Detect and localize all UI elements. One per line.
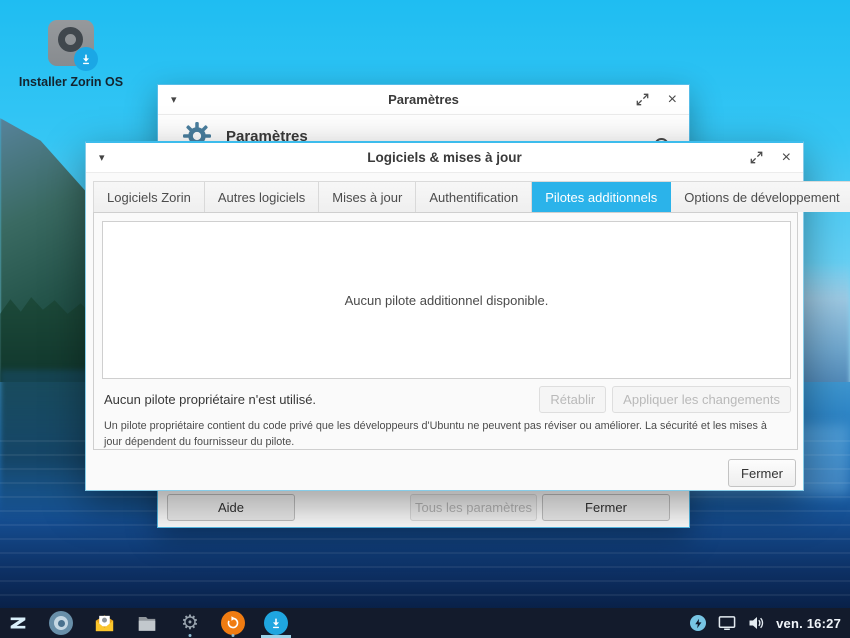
- installer-desktop-icon[interactable]: Installer Zorin OS: [6, 20, 136, 89]
- drive-icon: [48, 20, 94, 66]
- taskbar-item-chromium[interactable]: [49, 608, 73, 638]
- taskbar-item-software-updater[interactable]: [221, 608, 245, 638]
- close-icon[interactable]: ×: [668, 92, 677, 108]
- zorin-menu-button[interactable]: [6, 608, 30, 638]
- desktop-icon-label: Installer Zorin OS: [6, 75, 136, 89]
- desktop: Installer Zorin OS ▾ Paramètres ×: [0, 0, 850, 638]
- display-tray-icon[interactable]: [718, 615, 736, 631]
- empty-drivers-message: Aucun pilote additionnel disponible.: [345, 293, 549, 308]
- taskbar-item-zorin-installer[interactable]: [264, 608, 288, 638]
- driver-list: Aucun pilote additionnel disponible.: [102, 221, 791, 379]
- drivers-tab-panel: Aucun pilote additionnel disponible. Auc…: [93, 212, 798, 450]
- running-indicator: [232, 634, 235, 637]
- taskbar: ⚙: [0, 608, 850, 638]
- tab-mises-a-jour[interactable]: Mises à jour: [319, 182, 416, 212]
- taskbar-item-files[interactable]: [135, 608, 159, 638]
- volume-tray-icon[interactable]: [748, 615, 764, 631]
- tab-options-developpement[interactable]: Options de développement: [671, 182, 850, 212]
- zorin-menu-icon: [7, 612, 29, 634]
- software-updates-dialog: ▾ Logiciels & mises à jour × Logiciels Z…: [85, 141, 804, 491]
- power-tray-icon[interactable]: [690, 615, 706, 631]
- taskbar-item-settings[interactable]: ⚙: [178, 608, 202, 638]
- updater-icon: [221, 611, 245, 635]
- driver-status-text: Aucun pilote propriétaire n'est utilisé.: [104, 392, 316, 407]
- help-button[interactable]: Aide: [167, 494, 295, 521]
- installer-icon: [264, 611, 288, 635]
- mail-icon: [93, 612, 116, 635]
- tab-logiciels-zorin[interactable]: Logiciels Zorin: [94, 182, 205, 212]
- maximize-icon[interactable]: [636, 93, 649, 106]
- folder-icon: [136, 612, 158, 634]
- dialog-titlebar[interactable]: ▾ Logiciels & mises à jour ×: [86, 143, 803, 173]
- settings-titlebar[interactable]: ▾ Paramètres ×: [158, 85, 689, 115]
- download-badge-icon: [74, 47, 98, 71]
- gear-icon: ⚙: [181, 613, 199, 633]
- chromium-icon: [49, 611, 73, 635]
- maximize-icon[interactable]: [750, 151, 763, 164]
- dialog-title: Logiciels & mises à jour: [86, 150, 803, 165]
- settings-window-title: Paramètres: [158, 92, 689, 107]
- all-settings-button[interactable]: Tous les paramètres: [410, 494, 537, 521]
- tab-pilotes-additionnels[interactable]: Pilotes additionnels: [532, 182, 671, 212]
- driver-status-row: Aucun pilote propriétaire n'est utilisé.…: [104, 385, 791, 413]
- dialog-close-button[interactable]: Fermer: [728, 459, 796, 487]
- tab-autres-logiciels[interactable]: Autres logiciels: [205, 182, 319, 212]
- clock[interactable]: ven. 16:27: [776, 616, 841, 631]
- close-icon[interactable]: ×: [782, 150, 791, 166]
- settings-close-button[interactable]: Fermer: [542, 494, 670, 521]
- running-indicator: [189, 634, 192, 637]
- taskbar-item-mail[interactable]: [92, 608, 116, 638]
- apply-changes-button[interactable]: Appliquer les changements: [612, 386, 791, 413]
- download-arrow-icon: [79, 52, 93, 66]
- proprietary-driver-note: Un pilote propriétaire contient du code …: [104, 419, 776, 450]
- revert-button[interactable]: Rétablir: [539, 386, 606, 413]
- tab-authentification[interactable]: Authentification: [416, 182, 532, 212]
- dialog-tab-bar: Logiciels Zorin Autres logiciels Mises à…: [93, 181, 850, 212]
